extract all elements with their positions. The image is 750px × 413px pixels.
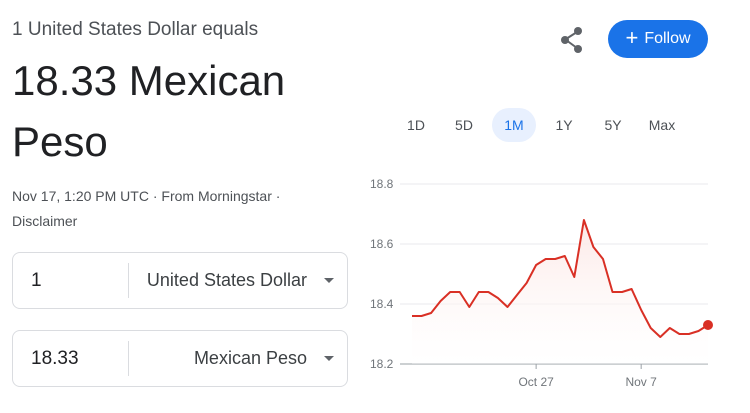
chart-current-point bbox=[703, 320, 713, 330]
y-tick-label: 18.4 bbox=[370, 297, 394, 311]
x-axis-labels: Oct 27 Nov 7 bbox=[518, 364, 657, 389]
y-tick-label: 18.8 bbox=[370, 177, 394, 191]
y-tick-label: 18.2 bbox=[370, 357, 394, 371]
x-tick-label: Nov 7 bbox=[625, 375, 657, 389]
exchange-rate-chart: 18.8 18.6 18.4 18.2 Oct 27 Nov 7 bbox=[370, 177, 713, 389]
y-tick-label: 18.6 bbox=[370, 237, 394, 251]
y-axis-labels: 18.8 18.6 18.4 18.2 bbox=[370, 177, 394, 371]
x-tick-label: Oct 27 bbox=[518, 375, 554, 389]
